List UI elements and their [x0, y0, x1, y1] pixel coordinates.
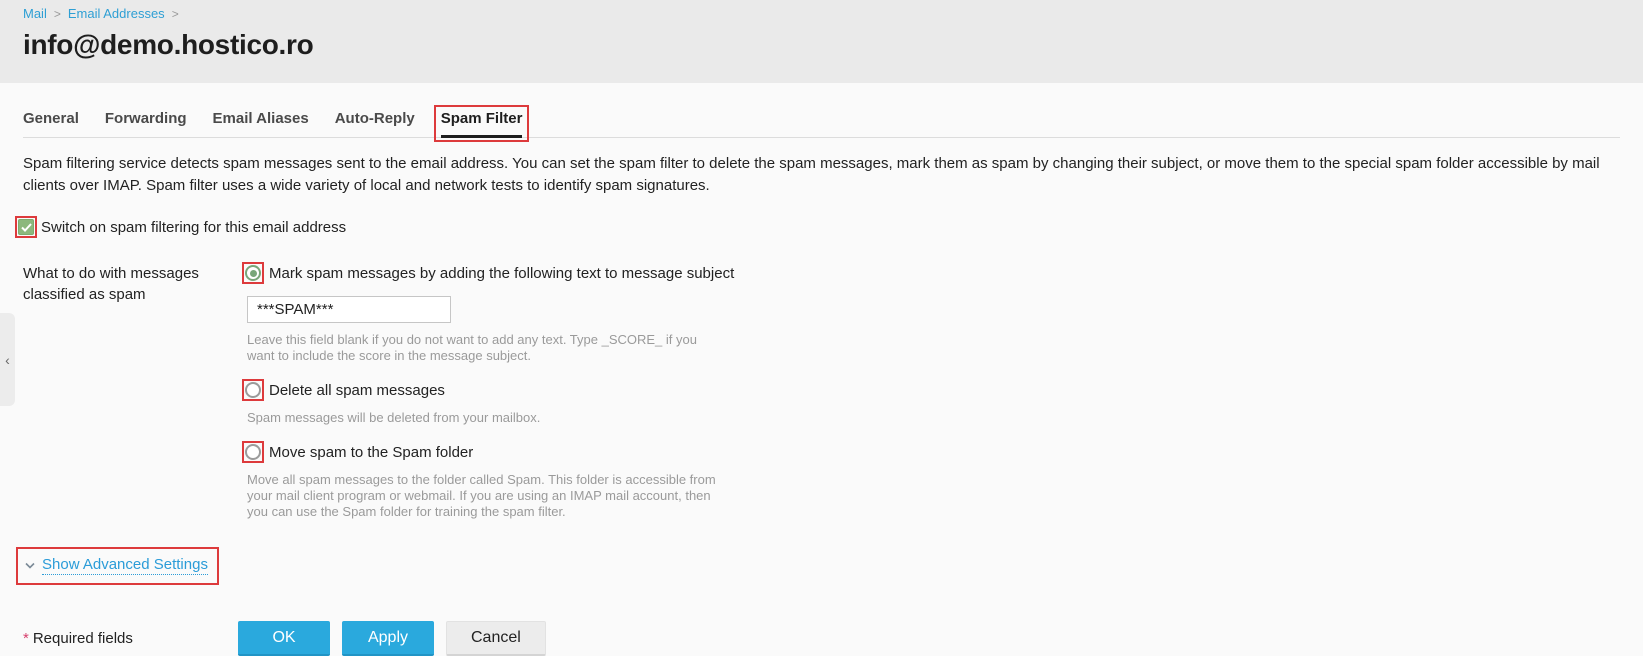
annotation-box: [242, 441, 264, 463]
annotation-box: [242, 262, 264, 284]
annotation-box: Show Advanced Settings: [16, 547, 219, 585]
spam-action-options: Mark spam messages by adding the followi…: [242, 262, 734, 520]
tab-spam-filter[interactable]: Spam Filter: [433, 103, 530, 142]
radio-dot: [249, 269, 257, 277]
sidebar-collapse-toggle[interactable]: ‹: [0, 313, 15, 406]
radio-mark-spam[interactable]: [245, 265, 261, 281]
option-mark-spam: Mark spam messages by adding the followi…: [242, 262, 734, 284]
required-asterisk: *: [23, 630, 29, 647]
show-advanced-settings-label: Show Advanced Settings: [42, 556, 208, 575]
ok-button[interactable]: OK: [238, 621, 330, 656]
checkmark-icon: [20, 222, 32, 232]
spam-subject-text-input[interactable]: [247, 296, 451, 323]
chevron-down-icon: [25, 562, 35, 569]
tab-spam-filter-label: Spam Filter: [440, 110, 523, 127]
spam-action-group-label: What to do with messages classified as s…: [23, 265, 199, 303]
tab-forwarding[interactable]: Forwarding: [105, 103, 187, 137]
radio-mark-spam-label[interactable]: Mark spam messages by adding the followi…: [269, 265, 734, 282]
show-advanced-settings-link[interactable]: Show Advanced Settings: [25, 556, 208, 575]
mark-spam-help-text: Leave this field blank if you do not wan…: [247, 332, 697, 363]
spam-action-form: What to do with messages classified as s…: [23, 262, 1643, 520]
annotation-box: [242, 379, 264, 401]
required-fields-label: Required fields: [32, 630, 133, 647]
radio-move-spam-label[interactable]: Move spam to the Spam folder: [269, 444, 473, 461]
form-footer: * Required fields OK Apply Cancel: [23, 621, 1643, 656]
annotation-box: [15, 216, 37, 238]
option-delete-spam: Delete all spam messages: [242, 379, 734, 401]
cancel-button[interactable]: Cancel: [446, 621, 546, 656]
spam-filter-description: Spam filtering service detects spam mess…: [23, 155, 1600, 194]
page-title: info@demo.hostico.ro: [23, 29, 314, 60]
tab-auto-reply[interactable]: Auto-Reply: [335, 103, 415, 137]
option-move-spam: Move spam to the Spam folder: [242, 441, 734, 463]
apply-button[interactable]: Apply: [342, 621, 434, 656]
required-fields-note: * Required fields: [23, 630, 238, 647]
tab-email-aliases[interactable]: Email Aliases: [213, 103, 309, 137]
spam-switch-checkbox[interactable]: [18, 219, 34, 235]
active-tab-underline: [440, 135, 523, 138]
tab-bar: General Forwarding Email Aliases Auto-Re…: [23, 103, 1620, 142]
chevron-left-icon: ‹: [5, 351, 10, 368]
breadcrumb-link-email-addresses[interactable]: Email Addresses: [68, 6, 165, 21]
advanced-settings-row: Show Advanced Settings: [16, 547, 1643, 585]
breadcrumb: Mail > Email Addresses >: [23, 6, 1620, 21]
breadcrumb-link-mail[interactable]: Mail: [23, 6, 47, 21]
tab-general[interactable]: General: [23, 103, 79, 137]
spam-switch-label[interactable]: Switch on spam filtering for this email …: [41, 219, 346, 236]
chevron-right-icon: >: [171, 7, 179, 21]
chevron-right-icon: >: [53, 7, 61, 21]
delete-spam-help-text: Spam messages will be deleted from your …: [247, 410, 541, 425]
radio-delete-spam-label[interactable]: Delete all spam messages: [269, 382, 445, 399]
radio-move-spam[interactable]: [245, 444, 261, 460]
move-spam-help-text: Move all spam messages to the folder cal…: [247, 472, 716, 519]
spam-switch-row: Switch on spam filtering for this email …: [15, 216, 1643, 238]
page-header: Mail > Email Addresses > info@demo.hostico.…: [0, 0, 1643, 83]
radio-delete-spam[interactable]: [245, 382, 261, 398]
